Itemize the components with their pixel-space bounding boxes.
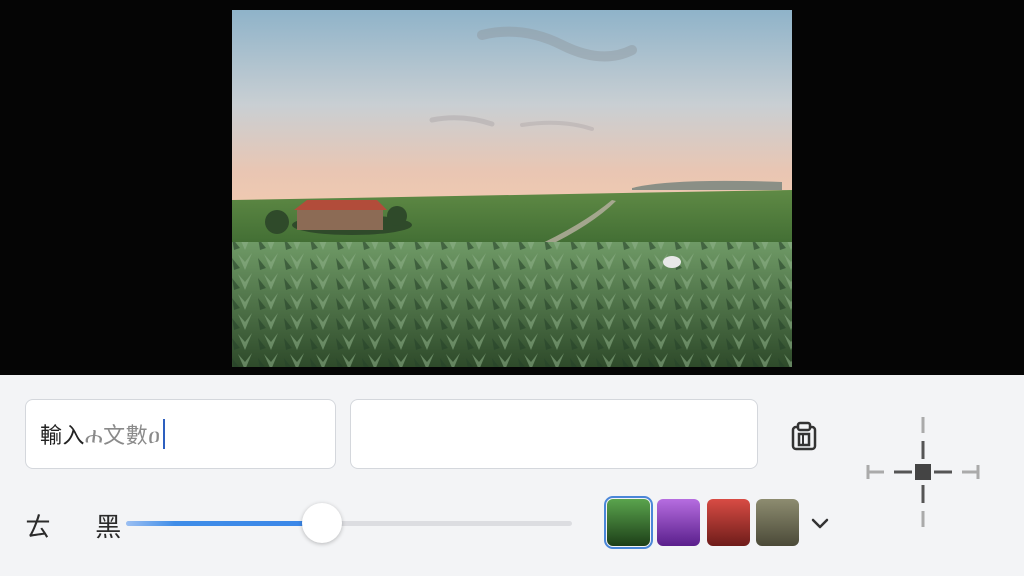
- edit-panel: 輸入 ሐ文數ዐ ㄊ 黑: [0, 375, 1024, 576]
- primary-text-input[interactable]: 輸入 ሐ文數ዐ: [25, 399, 336, 469]
- slider-fill: [126, 521, 322, 526]
- color-swatch-purple[interactable]: [657, 499, 700, 546]
- color-swatch-olive[interactable]: [756, 499, 799, 546]
- secondary-text-input[interactable]: [350, 399, 758, 469]
- color-swatch-green[interactable]: [604, 496, 653, 549]
- preview-photo: [232, 10, 792, 367]
- paste-button[interactable]: [786, 418, 822, 454]
- composing-text: ሐ文數ዐ: [85, 424, 161, 449]
- text-caret: [162, 419, 166, 449]
- color-dropdown-button[interactable]: [808, 511, 832, 535]
- opacity-slider[interactable]: [126, 503, 572, 543]
- chevron-down-icon: [811, 518, 829, 529]
- opacity-label: ㄊ 黑: [25, 513, 140, 543]
- slider-thumb[interactable]: [302, 503, 342, 543]
- color-swatch-red[interactable]: [707, 499, 750, 546]
- image-preview-area: [0, 0, 1024, 375]
- typed-text: 輸入: [40, 424, 86, 449]
- move-crosshair-icon: [866, 417, 980, 527]
- clipboard-paste-icon: [791, 421, 817, 451]
- move-handle[interactable]: [866, 415, 980, 529]
